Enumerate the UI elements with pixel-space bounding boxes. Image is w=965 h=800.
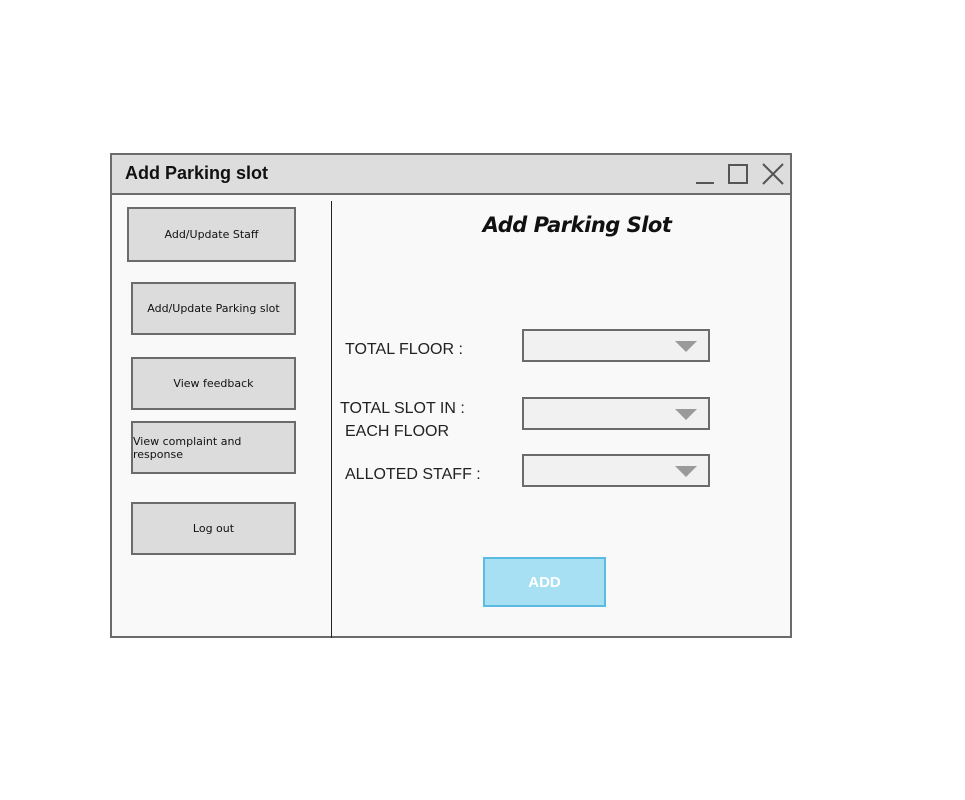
app-window: Add Parking slot Add/Update Staff Add/Up… [110,153,792,638]
sidebar-divider [331,201,332,638]
sidebar-item-view-complaint[interactable]: View complaint and response [131,421,296,474]
add-button-label: ADD [528,573,561,591]
sidebar-item-label: Add/Update Staff [164,228,259,241]
minimize-icon[interactable] [693,162,717,186]
sidebar-item-add-update-staff[interactable]: Add/Update Staff [127,207,296,262]
total-floor-select[interactable] [522,329,710,362]
chevron-down-icon [675,409,697,420]
sidebar-item-label: View feedback [173,377,254,390]
chevron-down-icon [675,341,697,352]
close-icon[interactable] [761,162,785,186]
add-button[interactable]: ADD [483,557,606,607]
sidebar-item-label: Add/Update Parking slot [147,302,280,315]
sidebar-item-log-out[interactable]: Log out [131,502,296,555]
total-slot-label-line1: TOTAL SLOT IN : [340,400,465,417]
window-title: Add Parking slot [125,163,269,183]
sidebar-item-view-feedback[interactable]: View feedback [131,357,296,410]
alloted-staff-select[interactable] [522,454,710,487]
total-floor-label: TOTAL FLOOR : [345,341,463,358]
title-bar: Add Parking slot [112,155,790,195]
chevron-down-icon [675,466,697,477]
total-slot-select[interactable] [522,397,710,430]
total-slot-label-line2: EACH FLOOR [345,423,450,440]
sidebar-item-add-update-parking-slot[interactable]: Add/Update Parking slot [131,282,296,335]
page-title: Add Parking Slot [482,213,672,237]
maximize-icon[interactable] [726,162,750,186]
sidebar-item-label: View complaint and response [133,434,242,461]
alloted-staff-label: ALLOTED STAFF : [345,466,481,483]
sidebar-item-label: Log out [192,522,235,535]
